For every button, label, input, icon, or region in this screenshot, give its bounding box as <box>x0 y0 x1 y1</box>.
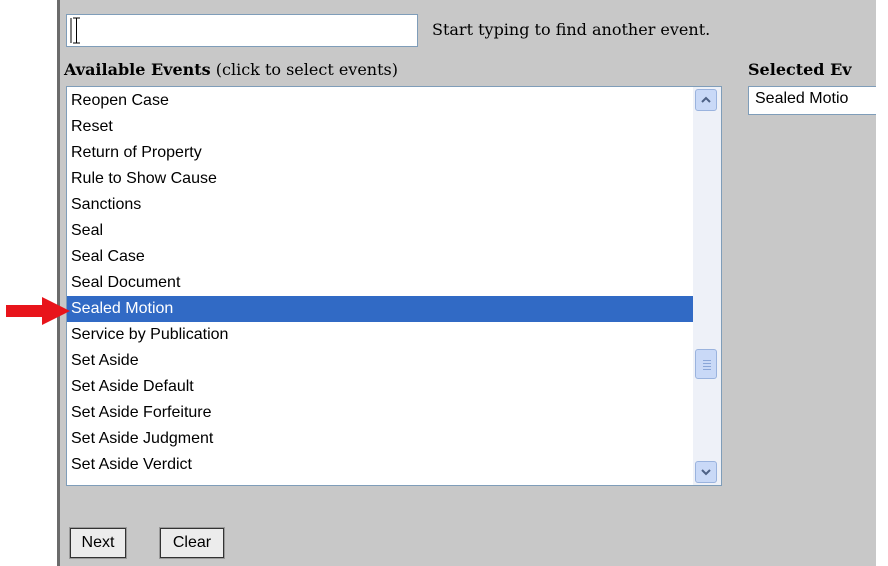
scroll-down-button[interactable] <box>695 461 717 483</box>
available-events-heading: Available Events (click to select events… <box>64 60 398 79</box>
grip-line <box>703 363 711 364</box>
text-cursor-icon <box>70 17 80 44</box>
event-option[interactable]: Seal Document <box>67 270 693 296</box>
event-option[interactable]: Seal <box>67 218 693 244</box>
event-option[interactable]: Seal Case <box>67 244 693 270</box>
event-option[interactable]: Set Aside <box>67 348 693 374</box>
event-option[interactable]: Set Aside Default <box>67 374 693 400</box>
selected-events-heading: Selected Ev <box>748 60 852 79</box>
available-events-options: Reopen Case Reset Return of Property Rule t… <box>67 87 693 478</box>
search-hint: Start typing to find another event. <box>432 20 711 39</box>
event-option[interactable]: Sealed Motion <box>67 296 693 322</box>
list-scrollbar[interactable] <box>693 87 721 485</box>
event-option[interactable]: Service by Publication <box>67 322 693 348</box>
available-events-list[interactable]: Reopen Case Reset Return of Property Rule t… <box>66 86 722 486</box>
event-option[interactable]: Set Aside Forfeiture <box>67 400 693 426</box>
event-option[interactable]: Set Aside Judgment <box>67 426 693 452</box>
selected-event-item[interactable]: Sealed Motio <box>755 90 848 108</box>
grip-line <box>703 366 711 367</box>
event-option[interactable]: Rule to Show Cause <box>67 166 693 192</box>
grip-line <box>703 369 711 370</box>
chevron-up-icon <box>701 96 711 103</box>
clear-button[interactable]: Clear <box>159 527 225 559</box>
chevron-down-icon <box>701 469 711 476</box>
scroll-up-button[interactable] <box>695 89 717 111</box>
event-option[interactable]: Return of Property <box>67 140 693 166</box>
red-pointer-arrow-icon <box>6 297 70 325</box>
event-option[interactable]: Reopen Case <box>67 88 693 114</box>
available-events-subtitle: (click to select events) <box>210 60 398 79</box>
available-events-title: Available Events <box>64 60 211 79</box>
selected-events-list[interactable]: Sealed Motio <box>748 86 876 115</box>
event-option[interactable]: Reset <box>67 114 693 140</box>
event-option[interactable]: Sanctions <box>67 192 693 218</box>
scroll-thumb[interactable] <box>695 349 717 379</box>
event-option[interactable]: Set Aside Verdict <box>67 452 693 478</box>
grip-line <box>703 360 711 361</box>
next-button[interactable]: Next <box>69 527 127 559</box>
event-search-input[interactable] <box>66 14 418 47</box>
